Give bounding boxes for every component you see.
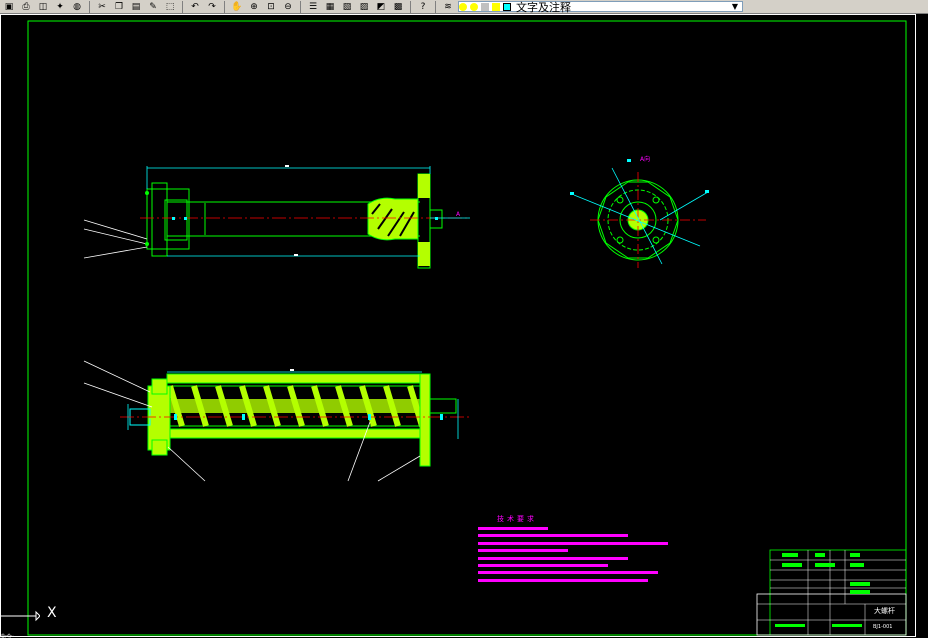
drawing-canvas[interactable]: A A向 技术要求 大螺杆 BJ1-001 [0, 14, 928, 638]
title-block: 大螺杆 BJ1-001 [756, 549, 907, 636]
section-view [83, 360, 470, 482]
save-icon[interactable]: ▣ [2, 1, 16, 13]
section-label: A向 [640, 155, 650, 163]
block-editor-icon[interactable]: ⬚ [163, 1, 177, 13]
ucs-x-label: X [47, 605, 57, 621]
pan-icon[interactable]: ✋ [230, 1, 244, 13]
ucs-icon [0, 610, 40, 622]
sheet-frame [27, 20, 907, 636]
layer-manager-icon[interactable]: ≋ [441, 1, 455, 13]
drawing-title: 大螺杆 [874, 606, 895, 615]
layer-viewport-icon[interactable] [481, 2, 489, 11]
calculator-icon[interactable]: ▩ [391, 1, 405, 13]
dimension-a-label: A [456, 211, 461, 218]
print-icon[interactable]: ⎙ [19, 1, 33, 13]
layer-color-icon[interactable] [503, 2, 511, 11]
redo-icon[interactable]: ↷ [205, 1, 219, 13]
drawing-number: BJ1-001 [873, 624, 892, 630]
technical-notes: 技术要求 [478, 514, 668, 582]
standard-toolbar: ▣ ⎙ ◫ ✦ ◍ ✂ ❐ ▤ ✎ ⬚ ↶ ↷ ✋ ⊕ ⊡ ⊖ ☰ ▦ ▧ ▨ … [0, 0, 928, 14]
cut-icon[interactable]: ✂ [95, 1, 109, 13]
current-layer-name: 文字及注释 [516, 0, 571, 14]
copy-icon[interactable]: ❐ [112, 1, 126, 13]
tool-palettes-icon[interactable]: ▧ [340, 1, 354, 13]
toolbar-separator [300, 0, 301, 13]
sheet-outer-border [0, 14, 916, 637]
layer-dropdown[interactable]: 文字及注释 ▼ [458, 0, 743, 14]
toolbar-separator [89, 0, 90, 13]
chevron-down-icon[interactable]: ▼ [732, 2, 738, 11]
layer-on-icon[interactable] [459, 2, 467, 11]
markup-icon[interactable]: ◩ [374, 1, 388, 13]
toolbar-separator [224, 0, 225, 13]
preview-icon[interactable]: ◫ [36, 1, 50, 13]
notes-title: 技术要求 [497, 514, 537, 523]
help-icon[interactable]: ? [416, 1, 430, 13]
layer-freeze-icon[interactable] [470, 2, 478, 11]
zoom-previous-icon[interactable]: ⊖ [281, 1, 295, 13]
zoom-realtime-icon[interactable]: ⊕ [247, 1, 261, 13]
zoom-window-icon[interactable]: ⊡ [264, 1, 278, 13]
globe-icon[interactable]: ◍ [70, 1, 84, 13]
top-view: A [83, 165, 470, 269]
sheet-set-icon[interactable]: ▨ [357, 1, 371, 13]
toolbar-separator [410, 0, 411, 13]
design-center-icon[interactable]: ▦ [323, 1, 337, 13]
paste-icon[interactable]: ▤ [129, 1, 143, 13]
toolbar-separator [182, 0, 183, 13]
undo-icon[interactable]: ↶ [188, 1, 202, 13]
toolbar-separator [435, 0, 436, 13]
end-view: A向 [570, 155, 709, 268]
properties-icon[interactable]: ☰ [306, 1, 320, 13]
match-properties-icon[interactable]: ✎ [146, 1, 160, 13]
command-line[interactable]: 命令: [0, 632, 110, 638]
layer-lock-icon[interactable] [492, 2, 500, 11]
publish-icon[interactable]: ✦ [53, 1, 67, 13]
